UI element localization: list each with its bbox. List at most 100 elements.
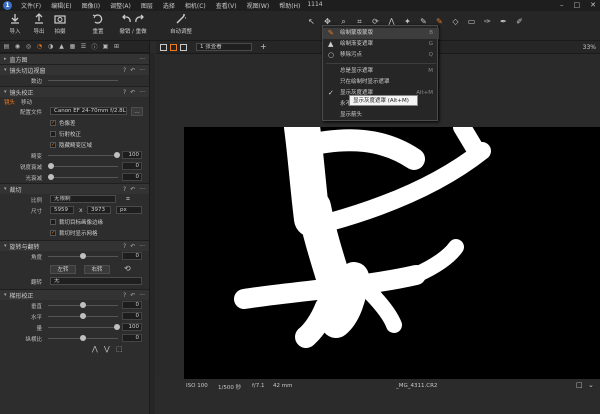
- keystone-full-icon[interactable]: ⬚: [116, 345, 123, 353]
- local-tab-icon[interactable]: ▦: [69, 43, 76, 50]
- menu-select[interactable]: 选择: [158, 1, 180, 10]
- batch-tab-icon[interactable]: ⊞: [113, 43, 120, 50]
- crop-grid-checkbox[interactable]: ✓ 裁切时显示网格: [50, 229, 98, 237]
- compare-view-icon[interactable]: [180, 44, 187, 51]
- vertical-slider[interactable]: [48, 302, 118, 308]
- output-tab-icon[interactable]: ▣: [102, 43, 109, 50]
- histogram-header[interactable]: ▸ 直方图 ···: [0, 53, 149, 64]
- menu-icon[interactable]: ···: [139, 292, 145, 299]
- panel-scrollbar[interactable]: [150, 53, 155, 414]
- exposure-tab-icon[interactable]: ◑: [47, 43, 54, 50]
- light-falloff-value[interactable]: 0: [122, 173, 142, 181]
- slider-knob[interactable]: [48, 174, 54, 180]
- rating-icon[interactable]: □: [576, 381, 583, 389]
- annotate-tool-icon[interactable]: ✒: [497, 15, 510, 28]
- crop-outside-checkbox[interactable]: 裁切目标画像边缘: [50, 218, 103, 226]
- tab-movement[interactable]: 移动: [21, 98, 32, 106]
- menu-window[interactable]: 视图(W): [242, 1, 275, 10]
- profile-select[interactable]: Canon EF 24-70mm f/2.8L...: [50, 107, 127, 115]
- menu-icon[interactable]: ···: [139, 243, 145, 250]
- reset-icon[interactable]: ↶: [130, 89, 135, 96]
- menu-item-gradient-mask[interactable]: ▲ 绘制渐变遮罩 G: [323, 39, 439, 50]
- crop-header[interactable]: ▾ 裁切? ↶ ···: [0, 183, 149, 194]
- slider-knob[interactable]: [80, 313, 86, 319]
- reset-button[interactable]: 重置: [85, 13, 111, 35]
- rotate-left-button[interactable]: 左转: [50, 265, 76, 274]
- amount-slider[interactable]: [48, 324, 120, 330]
- lens-crop-amount-slider[interactable]: [48, 80, 118, 81]
- menu-camera[interactable]: 相机(C): [180, 1, 211, 10]
- help-icon[interactable]: ?: [123, 292, 126, 299]
- sharpness-value[interactable]: 0: [122, 162, 142, 170]
- metadata-tab-icon[interactable]: ⓘ: [91, 43, 98, 51]
- size-height-input[interactable]: 3973: [87, 206, 111, 214]
- menu-file[interactable]: 文件(F): [16, 1, 46, 10]
- keystone-horizontal-icon[interactable]: ⋁: [104, 345, 110, 353]
- menu-item-remove-spot[interactable]: ○ 移除污点 Q: [323, 50, 439, 61]
- menu-item-show-when-drawing[interactable]: 只在绘制时显示遮罩: [323, 77, 439, 88]
- section-menu-icon[interactable]: ···: [139, 56, 145, 63]
- slider-knob[interactable]: [80, 302, 86, 308]
- single-view-icon[interactable]: [160, 44, 167, 51]
- size-width-input[interactable]: 5959: [50, 206, 74, 214]
- lens-tab-icon[interactable]: ◔: [36, 43, 43, 50]
- amount-value[interactable]: 100: [122, 323, 142, 331]
- close-icon[interactable]: ✕: [590, 1, 596, 9]
- image-canvas[interactable]: [184, 109, 600, 414]
- undo-redo-button[interactable]: 撤销 / 重做: [110, 13, 156, 35]
- import-button[interactable]: 导入: [2, 13, 28, 35]
- menu-view[interactable]: 查看(V): [211, 1, 242, 10]
- distortion-value[interactable]: 100: [122, 151, 142, 159]
- keystone-vertical-icon[interactable]: ⋀: [92, 345, 98, 353]
- sharpness-slider[interactable]: [48, 163, 118, 169]
- zoom-level[interactable]: 33%: [583, 44, 596, 51]
- auto-adjust-button[interactable]: 自动调整: [166, 13, 196, 35]
- straighten-icon[interactable]: ⟲: [124, 264, 131, 273]
- horizontal-slider[interactable]: [48, 313, 118, 319]
- gradient-tool-icon[interactable]: ▭: [465, 15, 478, 28]
- flip-select[interactable]: 无: [50, 277, 142, 285]
- multi-view-icon[interactable]: [170, 44, 177, 51]
- menu-item-draw-mask[interactable]: ✎ 绘制蒙版蒙版 B: [323, 28, 439, 39]
- angle-slider[interactable]: [48, 253, 118, 259]
- crop-rotate-icon[interactable]: ⌗: [126, 195, 130, 204]
- angle-value[interactable]: 0: [122, 252, 142, 260]
- pen-tool-icon[interactable]: ✐: [513, 15, 526, 28]
- menu-image[interactable]: 图像(I): [77, 1, 105, 10]
- reset-icon[interactable]: ↶: [130, 186, 135, 193]
- profile-more-button[interactable]: …: [131, 107, 143, 116]
- library-tab-icon[interactable]: ▤: [3, 43, 10, 50]
- keystone-header[interactable]: ▾ 梯形校正? ↶ ···: [0, 289, 149, 300]
- reset-icon[interactable]: ↶: [130, 292, 135, 299]
- lens-crop-header[interactable]: ▾ 镜头切边视窗? ↶ ···: [0, 64, 149, 75]
- menu-edit[interactable]: 编辑(E): [46, 1, 76, 10]
- rotate-right-button[interactable]: 右转: [84, 265, 110, 274]
- slider-knob[interactable]: [80, 335, 86, 341]
- color-tab-icon[interactable]: ◎: [25, 43, 32, 50]
- help-icon[interactable]: ?: [123, 243, 126, 250]
- menu-icon[interactable]: ···: [139, 89, 145, 96]
- dropdown-chevron-icon[interactable]: ⌄: [588, 381, 594, 389]
- adjust-tab-icon[interactable]: ☰: [80, 43, 87, 50]
- slider-knob[interactable]: [48, 163, 54, 169]
- pointer-tool-icon[interactable]: ↖: [305, 15, 318, 28]
- help-icon[interactable]: ?: [123, 89, 126, 96]
- menu-item-show-arrows[interactable]: 显示箭头: [323, 110, 439, 121]
- add-view-icon[interactable]: +: [260, 42, 267, 51]
- rotate-header[interactable]: ▾ 旋转与翻转? ↶ ···: [0, 240, 149, 251]
- slider-knob[interactable]: [114, 324, 120, 330]
- view-mode-select[interactable]: 1 张查看: [196, 43, 252, 51]
- slider-knob[interactable]: [80, 253, 86, 259]
- size-unit-select[interactable]: px: [116, 206, 142, 214]
- maximize-icon[interactable]: □: [574, 1, 581, 9]
- diffraction-checkbox[interactable]: 衍射校正: [50, 130, 81, 138]
- details-tab-icon[interactable]: ▲: [58, 43, 65, 50]
- aspect-slider[interactable]: [48, 335, 118, 341]
- aspect-value[interactable]: 0: [122, 334, 142, 342]
- capture-tab-icon[interactable]: ◉: [14, 43, 21, 50]
- menu-adjust[interactable]: 调整(A): [105, 1, 136, 10]
- ratio-select[interactable]: 无限制: [50, 195, 116, 203]
- vertical-value[interactable]: 0: [122, 301, 142, 309]
- eraser-tool-icon[interactable]: ◇: [449, 15, 462, 28]
- lens-correction-header[interactable]: ▾ 镜头校正? ↶ ···: [0, 86, 149, 97]
